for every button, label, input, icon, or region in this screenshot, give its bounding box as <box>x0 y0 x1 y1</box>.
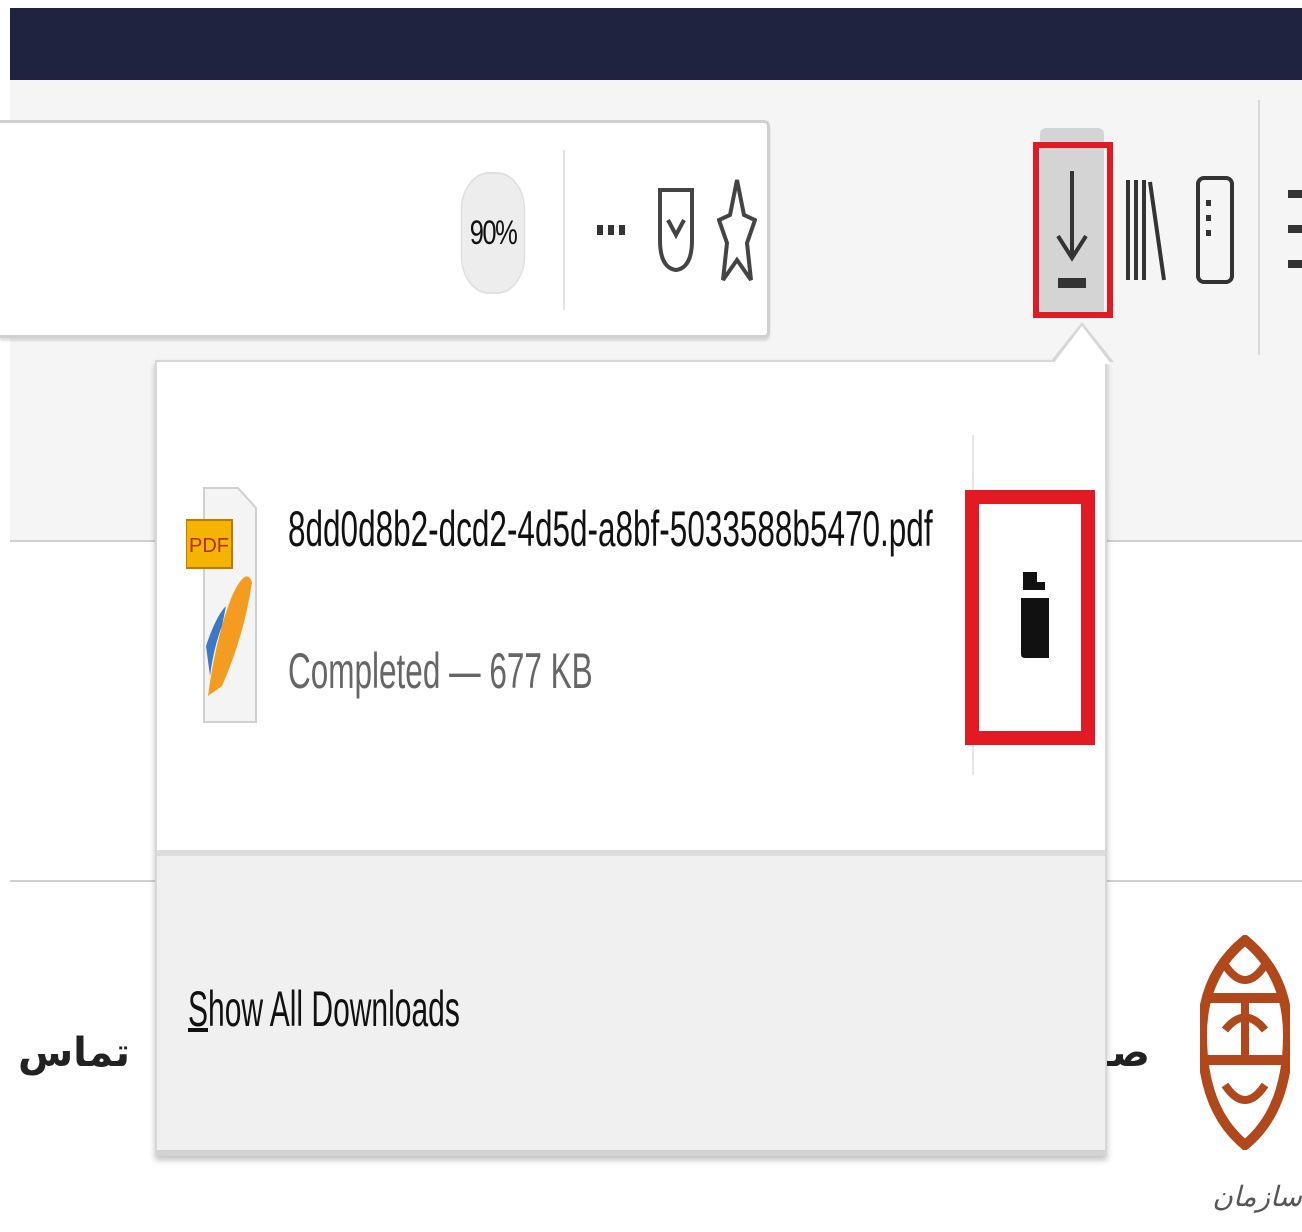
pocket-icon <box>658 188 694 273</box>
logo-caption: سازمان <box>1212 1181 1302 1212</box>
download-file-name: 8dd0d8b2-dcd2-4d5d-a8bf-5033588b5470.pdf <box>288 501 933 557</box>
contact-us-link[interactable]: تماس با م <box>10 1030 130 1100</box>
app-menu-button[interactable] <box>1280 180 1302 280</box>
downloads-button-highlight <box>1033 142 1113 318</box>
download-item[interactable] <box>157 362 1105 850</box>
site-logo[interactable] <box>1196 933 1294 1152</box>
star-icon <box>717 179 757 282</box>
page-actions-button[interactable] <box>586 205 636 255</box>
panel-bottom-edge <box>157 1150 1105 1156</box>
window-title-strip <box>10 8 1302 80</box>
bookmark-star-button[interactable] <box>710 170 764 290</box>
zoom-reset-button[interactable]: 90% <box>460 172 526 294</box>
ellipsis-icon <box>597 225 625 235</box>
show-all-label: how All Downloads <box>208 981 460 1037</box>
toolbar-separator <box>1258 100 1260 355</box>
url-bar-separator <box>563 150 565 310</box>
library-icon <box>1126 180 1166 281</box>
sidebar-button[interactable] <box>1192 170 1238 290</box>
open-folder-highlight <box>965 490 1095 745</box>
pdf-file-icon: PDF <box>185 486 258 726</box>
panel-arrow-fill <box>1053 326 1111 364</box>
organization-logo-icon <box>1196 933 1294 1152</box>
show-all-downloads-button[interactable]: Show All Downloads <box>188 980 488 1060</box>
hamburger-menu-icon <box>1288 190 1302 268</box>
show-all-accesskey: S <box>188 981 209 1037</box>
save-to-pocket-button[interactable] <box>648 175 704 285</box>
sidebar-icon <box>1196 176 1234 284</box>
download-status: Completed — 677 KB <box>288 643 593 699</box>
home-link[interactable]: صف <box>1106 1030 1150 1100</box>
pdf-badge: PDF <box>189 535 229 557</box>
library-button[interactable] <box>1122 170 1168 290</box>
